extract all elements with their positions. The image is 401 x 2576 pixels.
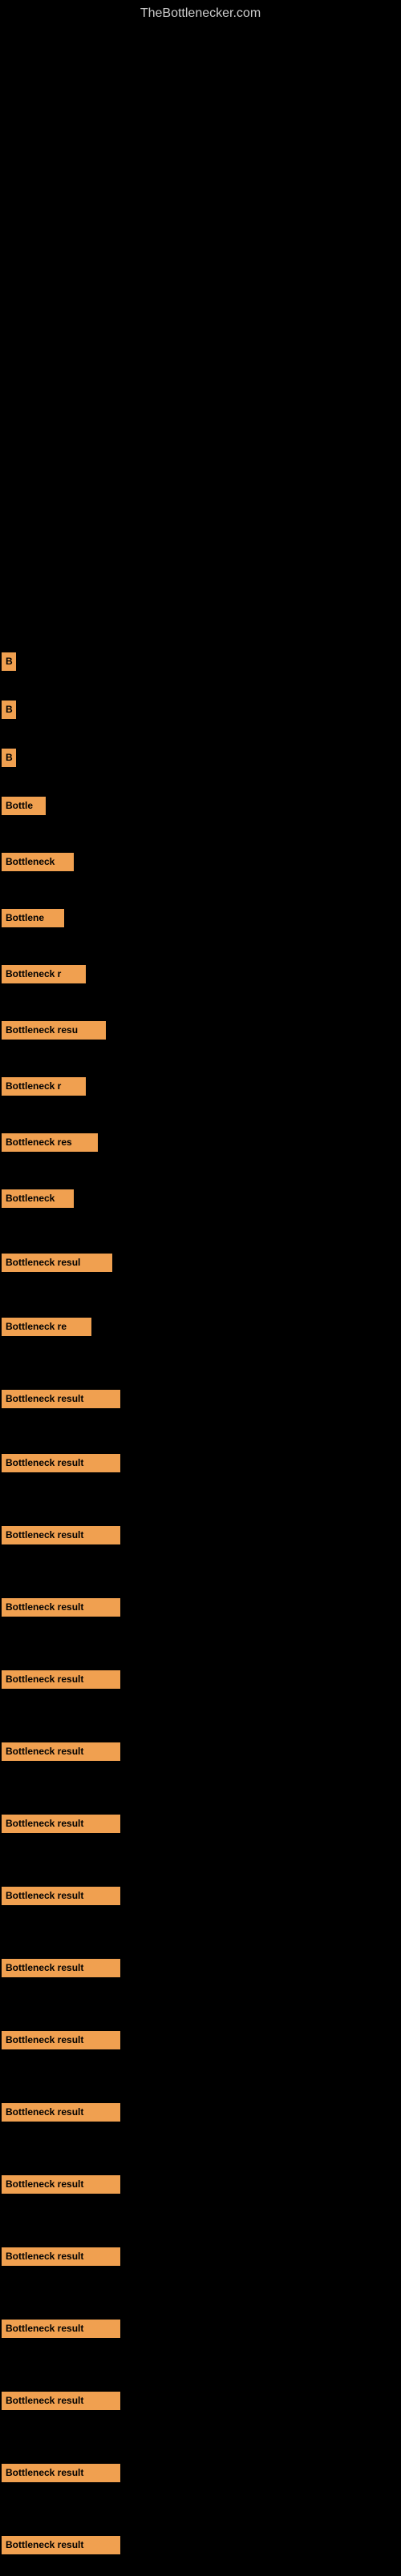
result-item-26: Bottleneck result <box>2 2247 120 2266</box>
result-item-14: Bottleneck result <box>2 1390 120 1408</box>
result-item-8: Bottleneck resu <box>2 1021 106 1040</box>
result-item-1: B <box>2 652 16 671</box>
result-item-25: Bottleneck result <box>2 2175 120 2194</box>
result-item-5: Bottleneck <box>2 853 74 871</box>
result-item-22: Bottleneck result <box>2 1959 120 1977</box>
result-item-27: Bottleneck result <box>2 2320 120 2338</box>
result-item-6: Bottlene <box>2 909 64 927</box>
result-item-28: Bottleneck result <box>2 2392 120 2410</box>
result-item-17: Bottleneck result <box>2 1598 120 1617</box>
result-item-24: Bottleneck result <box>2 2103 120 2122</box>
result-item-19: Bottleneck result <box>2 1742 120 1761</box>
result-item-21: Bottleneck result <box>2 1887 120 1905</box>
result-item-30: Bottleneck result <box>2 2536 120 2554</box>
result-item-23: Bottleneck result <box>2 2031 120 2049</box>
result-item-4: Bottle <box>2 797 46 815</box>
result-item-12: Bottleneck resul <box>2 1254 112 1272</box>
result-item-16: Bottleneck result <box>2 1526 120 1544</box>
result-item-2: B <box>2 701 16 719</box>
result-item-13: Bottleneck re <box>2 1318 91 1336</box>
result-item-15: Bottleneck result <box>2 1454 120 1472</box>
result-item-11: Bottleneck <box>2 1189 74 1208</box>
result-item-20: Bottleneck result <box>2 1815 120 1833</box>
result-item-9: Bottleneck r <box>2 1077 86 1096</box>
result-item-3: B <box>2 749 16 767</box>
result-item-18: Bottleneck result <box>2 1670 120 1689</box>
result-item-10: Bottleneck res <box>2 1133 98 1152</box>
result-item-7: Bottleneck r <box>2 965 86 983</box>
result-item-29: Bottleneck result <box>2 2464 120 2482</box>
site-title: TheBottlenecker.com <box>0 0 401 27</box>
